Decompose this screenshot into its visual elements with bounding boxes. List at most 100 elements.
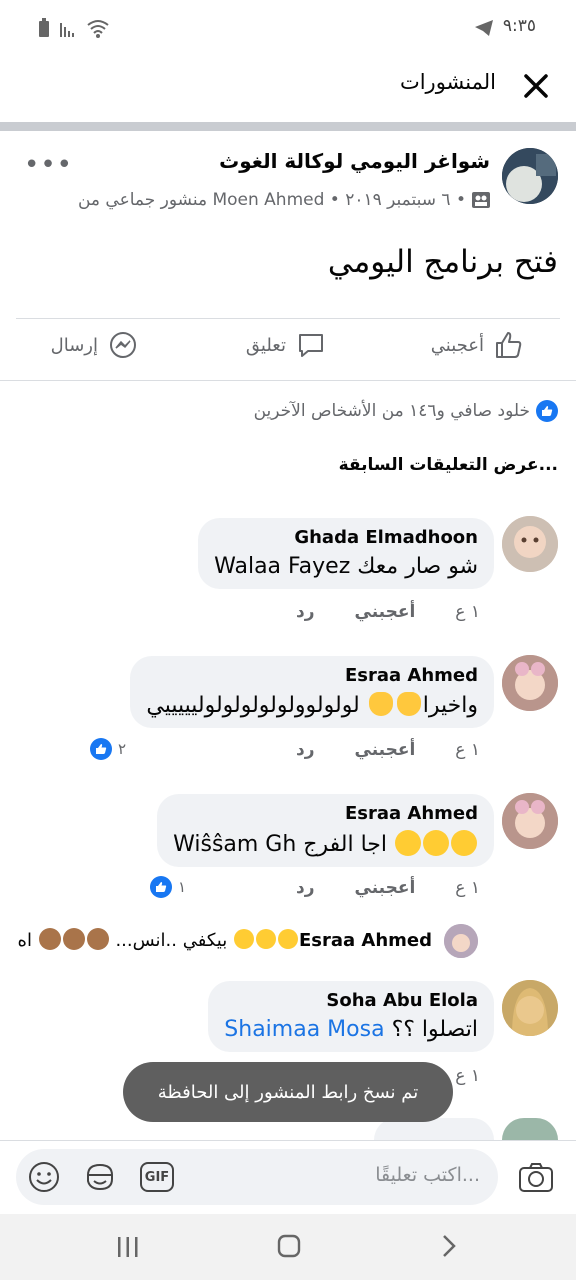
comment-time: ١ ع [455,1066,480,1086]
comment-author[interactable]: Esraa Ahmed [146,665,478,686]
comment-placeholder: اكتب تعليقًا... [375,1164,480,1186]
telegram-icon [475,20,493,36]
see-no-evil-monkey-icon [86,928,109,950]
sticker-icon[interactable] [84,1161,116,1193]
comment-author[interactable]: Soha Abu Elola [224,990,478,1011]
comment-text: Shaimaa Mosa اتصلوا ؟؟ [224,1017,478,1042]
comment-reactions[interactable]: ٢ [90,738,126,760]
comment-like-button[interactable]: أعجبني [355,878,416,898]
grinning-sweat-icon [255,929,276,949]
like-reaction-icon [150,876,172,898]
group-avatar[interactable] [502,148,558,204]
status-time: ٩:٣٥ [502,16,536,36]
comment-time: ١ ع [455,878,480,898]
comment-author[interactable]: Esraa Ahmed [173,803,478,824]
like-label: أعجبني [430,334,484,356]
toast: تم نسخ رابط المنشور إلى الحافظة [123,1062,453,1122]
avatar[interactable] [502,980,558,1036]
avatar-partial[interactable] [502,1118,558,1140]
comment-label: تعليق [245,334,286,356]
close-icon[interactable] [522,72,550,100]
status-icons [38,18,110,38]
divider [16,318,560,319]
group-name[interactable]: شواغر اليومي لوكالة الغوث [219,149,490,173]
send-label: إرسال [50,334,98,356]
avatar[interactable] [502,655,558,711]
comment-actions: رد أعجبني ١ ع [296,602,480,622]
group-privacy-icon [472,192,490,208]
more-options-icon[interactable]: ••• [24,150,73,180]
recent-apps-icon[interactable] [116,1236,140,1258]
post-meta-text: منشور جماعي من Moen Ahmed • ٦ سبتمبر ٢٠١… [77,190,466,210]
grinning-sweat-icon [395,830,421,856]
comment-bubble: Soha Abu Elola Shaimaa Mosa اتصلوا ؟؟ [208,981,494,1052]
header: المنشورات [0,56,576,122]
comment-icon [299,334,323,357]
comment-like-button[interactable]: أعجبني [355,740,416,760]
divider [0,380,576,381]
post-actions: أعجبني تعليق إرسال [0,330,576,370]
comment-time: ١ ع [455,740,480,760]
likes-summary[interactable]: خلود صافي و١٤٦ من الأشخاص الآخرين [254,400,558,422]
post-meta: منشور جماعي من Moen Ahmed • ٦ سبتمبر ٢٠١… [78,190,490,210]
see-no-evil-monkey-icon [62,928,85,950]
comment-reactions[interactable]: ١ [150,876,186,898]
post-text: فتح برنامج اليومي [327,244,558,280]
reply-author[interactable]: Esraa Ahmed [299,930,432,951]
reply-avatar[interactable] [444,924,478,958]
comment-body: اجا الفرج [303,832,387,857]
emoji-icon[interactable] [28,1161,60,1193]
comment-reply-button[interactable]: رد [296,878,315,898]
comment-time: ١ ع [455,602,480,622]
grinning-sweat-icon [277,929,298,949]
comment-like-button[interactable]: أعجبني [355,602,416,622]
comment-text: Walaa Fayez شو صار معك [214,554,478,579]
comment-bubble: Esraa Ahmed واخيرا لولولوولولولولولولييي… [130,656,494,728]
camera-icon[interactable] [518,1161,554,1193]
clapping-hands-icon [396,692,421,716]
wifi-icon [87,20,109,38]
page-title: المنشورات [399,70,496,94]
grinning-sweat-icon [423,830,449,856]
collapsed-reply[interactable]: بيكفي ..انس... اه Esraa Ahmed [18,928,432,951]
comment-input[interactable]: اكتب تعليقًا... GIF [16,1149,498,1205]
avatar[interactable] [502,516,558,572]
send-button[interactable]: إرسال [51,330,138,360]
comment-bubble: Esraa Ahmed Wiŝŝam Gh اجا الفرج [157,794,494,867]
comment-text: Wiŝŝam Gh اجا الفرج [173,830,478,857]
back-icon[interactable] [441,1234,457,1258]
reaction-count: ١ [178,878,187,896]
comment-body: شو صار معك [357,554,478,579]
thumbs-up-icon [496,332,522,358]
home-icon[interactable] [277,1234,301,1258]
view-previous-comments[interactable]: عرض التعليقات السابقة... [339,455,558,475]
messenger-icon [110,332,136,358]
comment-actions: رد أعجبني ١ ع [296,878,480,898]
toast-text: تم نسخ رابط المنشور إلى الحافظة [157,1081,419,1103]
like-reaction-icon [90,738,112,760]
comment-body: لولولوولولولولولوليييييي [146,693,360,718]
grinning-sweat-icon [451,830,477,856]
reply-body-end: بيكفي ..انس... [115,930,228,951]
gif-button[interactable]: GIF [140,1162,174,1192]
comment-actions: ١ ع [455,1066,480,1086]
like-reaction-icon [536,400,558,422]
comment-mention[interactable]: Wiŝŝam Gh [173,832,296,857]
grinning-sweat-icon [233,929,254,949]
comment-mention[interactable]: Shaimaa Mosa [224,1017,384,1042]
avatar[interactable] [502,793,558,849]
comment-mention[interactable]: Walaa Fayez [214,554,350,579]
comment-reply-button[interactable]: رد [296,602,315,622]
comment-actions: رد أعجبني ١ ع [296,740,480,760]
status-bar: ٩:٣٥ [0,0,576,56]
like-button[interactable]: أعجبني [431,330,524,360]
reaction-count: ٢ [118,740,127,758]
signal-icon [60,23,74,37]
comment-reply-button[interactable]: رد [296,740,315,760]
comment-button[interactable]: تعليق [246,330,326,360]
reply-body: اه [17,930,32,951]
clapping-hands-icon [368,692,393,716]
comment-author[interactable]: Ghada Elmadhoon [214,527,478,548]
header-divider [0,122,576,131]
gif-label: GIF [144,1169,170,1185]
